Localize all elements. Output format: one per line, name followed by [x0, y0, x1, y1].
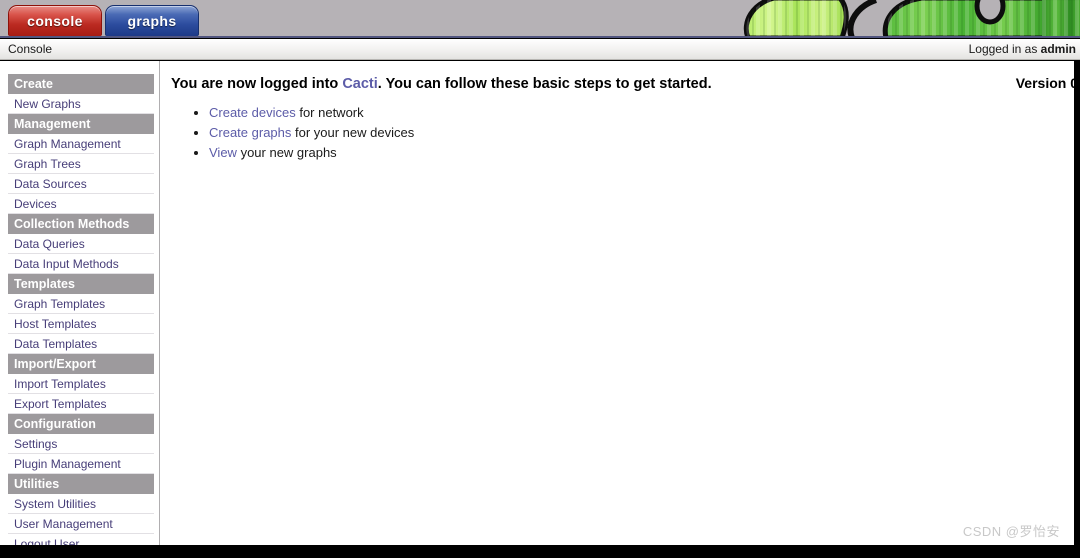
sidebar-item-user-management[interactable]: User Management — [8, 514, 154, 534]
sidebar-item-host-templates[interactable]: Host Templates — [8, 314, 154, 334]
sidebar-item-graph-trees[interactable]: Graph Trees — [8, 154, 154, 174]
sidebar-item-data-templates[interactable]: Data Templates — [8, 334, 154, 354]
list-item: Create devices for network — [209, 103, 1074, 122]
sidebar-section-create: Create — [8, 74, 154, 94]
sidebar-item-settings[interactable]: Settings — [8, 434, 154, 454]
sidebar-menu: Create New Graphs Management Graph Manag… — [8, 74, 154, 545]
sidebar-item-graph-templates[interactable]: Graph Templates — [8, 294, 154, 314]
tab-bar[interactable]: console graphs — [8, 3, 199, 36]
content-inner: Version 0 You are now logged into Cacti.… — [161, 61, 1074, 162]
banner-bottom-rule — [0, 36, 1080, 38]
sidebar-section-templates: Templates — [8, 274, 154, 294]
page-body: Create New Graphs Management Graph Manag… — [0, 61, 1074, 545]
view-graphs-rest: your new graphs — [236, 145, 337, 160]
sidebar-item-data-input-methods[interactable]: Data Input Methods — [8, 254, 154, 274]
watermark: CSDN @罗怡安 — [962, 524, 1060, 539]
sidebar-section-configuration: Configuration — [8, 414, 154, 434]
app-window: console graphs Console Logged in as admi… — [0, 0, 1080, 558]
list-item: View your new graphs — [209, 143, 1074, 162]
view-graphs-link[interactable]: View — [209, 145, 237, 160]
tab-graphs[interactable]: graphs — [105, 5, 199, 36]
logged-in-status: Logged in as admin — [969, 42, 1076, 56]
breadcrumb: Console — [8, 42, 53, 56]
sidebar-item-import-templates[interactable]: Import Templates — [8, 374, 154, 394]
headline-suffix: . You can follow these basic steps to ge… — [377, 76, 712, 92]
create-graphs-link[interactable]: Create graphs — [209, 125, 291, 140]
main-content: Version 0 You are now logged into Cacti.… — [161, 61, 1074, 545]
list-item: Create graphs for your new devices — [209, 123, 1074, 142]
sidebar-section-collection-methods: Collection Methods — [8, 214, 154, 234]
sidebar-item-graph-management[interactable]: Graph Management — [8, 134, 154, 154]
status-bar: Console Logged in as admin — [0, 39, 1080, 60]
create-devices-rest: for network — [295, 105, 364, 120]
sidebar-item-export-templates[interactable]: Export Templates — [8, 394, 154, 414]
sidebar-item-logout-user[interactable]: Logout User — [8, 534, 154, 545]
page-title: You are now logged into Cacti. You can f… — [171, 75, 1074, 93]
cacti-logo-graphic — [690, 0, 1080, 38]
top-banner: console graphs — [0, 0, 1080, 38]
sidebar: Create New Graphs Management Graph Manag… — [0, 61, 160, 545]
getting-started-list: Create devices for network Create graphs… — [171, 103, 1074, 162]
tab-console[interactable]: console — [8, 5, 102, 36]
sidebar-section-import-export: Import/Export — [8, 354, 154, 374]
version-label: Version 0 — [1015, 75, 1074, 91]
create-devices-link[interactable]: Create devices — [209, 105, 296, 120]
sidebar-item-data-sources[interactable]: Data Sources — [8, 174, 154, 194]
create-graphs-rest: for your new devices — [291, 125, 415, 140]
headline-prefix: You are now logged into — [171, 76, 343, 92]
cacti-link[interactable]: Cacti — [342, 76, 377, 92]
sidebar-section-utilities: Utilities — [8, 474, 154, 494]
sidebar-item-devices[interactable]: Devices — [8, 194, 154, 214]
sidebar-item-system-utilities[interactable]: System Utilities — [8, 494, 154, 514]
logged-in-prefix: Logged in as — [968, 42, 1041, 56]
sidebar-item-data-queries[interactable]: Data Queries — [8, 234, 154, 254]
logged-in-username: admin — [1040, 42, 1076, 56]
sidebar-item-new-graphs[interactable]: New Graphs — [8, 94, 154, 114]
cactus-illustration-icon — [743, 0, 1080, 38]
sidebar-section-management: Management — [8, 114, 154, 134]
sidebar-item-plugin-management[interactable]: Plugin Management — [8, 454, 154, 474]
